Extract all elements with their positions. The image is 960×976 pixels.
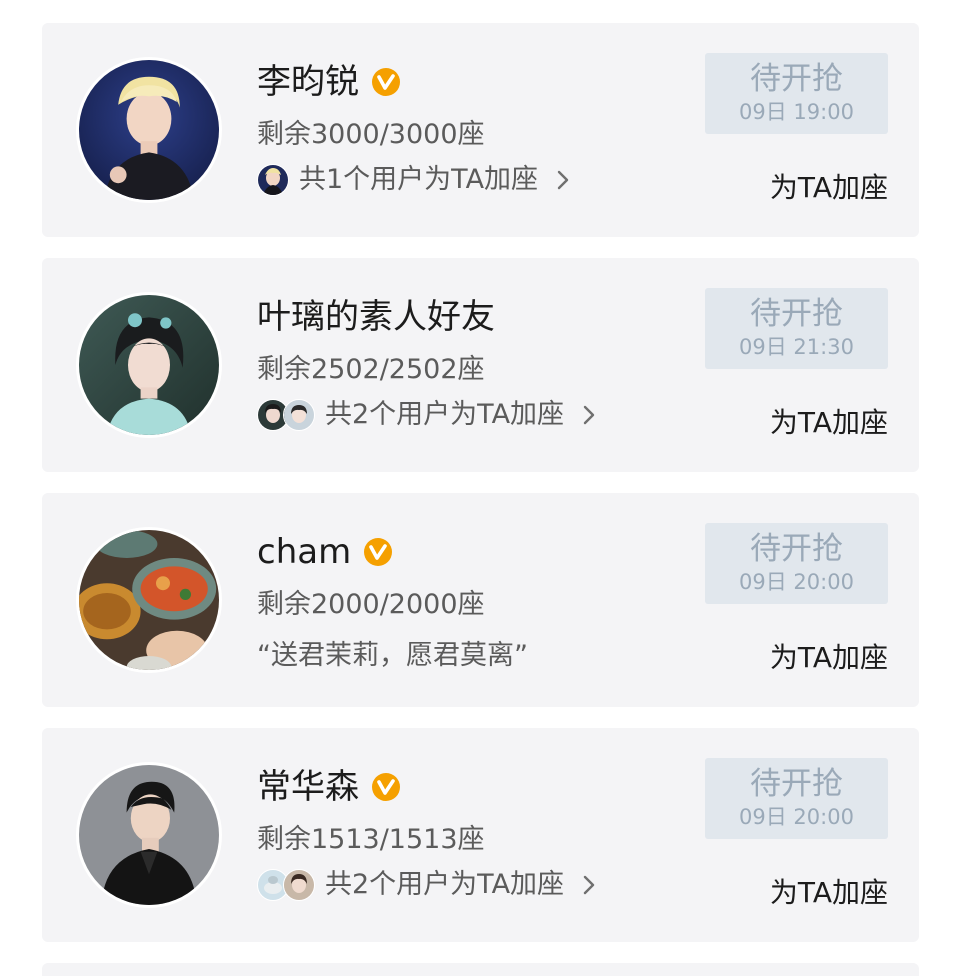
status-box: 待开抢 09日 19:00 xyxy=(705,53,888,134)
chevron-right-icon xyxy=(582,404,596,426)
status-box: 待开抢 09日 21:30 xyxy=(705,288,888,369)
name-row: 李昀锐 xyxy=(257,56,401,108)
avatar[interactable] xyxy=(76,762,222,908)
list-item[interactable] xyxy=(42,963,919,976)
helpers-text: 共1个用户为TA加座 xyxy=(299,164,539,195)
verified-badge-icon xyxy=(371,67,401,97)
avatar-image xyxy=(79,60,219,200)
name-row: cham xyxy=(257,526,393,578)
helper-avatar xyxy=(283,869,315,901)
chevron-right-icon xyxy=(556,169,570,191)
avatar[interactable] xyxy=(76,527,222,673)
verified-badge-icon xyxy=(371,772,401,802)
user-signature: “送君茉莉，愿君莫离” xyxy=(257,640,528,671)
avatar-image xyxy=(79,765,219,905)
user-name[interactable]: 叶璃的素人好友 xyxy=(257,291,495,343)
status-box: 待开抢 09日 20:00 xyxy=(705,523,888,604)
status-time: 09日 21:30 xyxy=(739,335,854,359)
avatar[interactable] xyxy=(76,292,222,438)
remaining-seats: 剩余1513/1513座 xyxy=(257,824,485,855)
helper-avatar xyxy=(283,399,315,431)
helpers-link[interactable]: 共1个用户为TA加座 xyxy=(257,160,570,200)
status-label: 待开抢 xyxy=(750,61,843,97)
status-label: 待开抢 xyxy=(750,766,843,802)
helpers-link[interactable]: 共2个用户为TA加座 xyxy=(257,395,596,435)
avatar-image xyxy=(79,530,219,670)
helpers-text: 共2个用户为TA加座 xyxy=(325,399,565,430)
status-time: 09日 20:00 xyxy=(739,570,854,594)
status-box: 待开抢 09日 20:00 xyxy=(705,758,888,839)
avatar-image xyxy=(79,295,219,435)
helper-avatars xyxy=(257,869,315,901)
helper-avatars xyxy=(257,399,315,431)
add-seat-button[interactable]: 为TA加座 xyxy=(770,403,888,443)
helpers-link[interactable]: 共2个用户为TA加座 xyxy=(257,865,596,905)
remaining-seats: 剩余2502/2502座 xyxy=(257,354,485,385)
list-item[interactable]: 李昀锐 剩余3000/3000座 共1个用户为TA加座 待开抢 09日 19:0… xyxy=(42,23,919,237)
user-name[interactable]: cham xyxy=(257,526,351,578)
add-seat-button[interactable]: 为TA加座 xyxy=(770,638,888,678)
status-time: 09日 20:00 xyxy=(739,805,854,829)
list-item[interactable]: 叶璃的素人好友 剩余2502/2502座 共2个用户为TA加座 待开抢 09日 … xyxy=(42,258,919,472)
helpers-text: 共2个用户为TA加座 xyxy=(325,869,565,900)
verified-badge-icon xyxy=(363,537,393,567)
remaining-seats: 剩余3000/3000座 xyxy=(257,119,485,150)
name-row: 叶璃的素人好友 xyxy=(257,291,495,343)
list-item[interactable]: cham 剩余2000/2000座 “送君茉莉，愿君莫离” 待开抢 09日 20… xyxy=(42,493,919,707)
name-row: 常华森 xyxy=(257,761,401,813)
remaining-seats: 剩余2000/2000座 xyxy=(257,589,485,620)
status-label: 待开抢 xyxy=(750,296,843,332)
status-time: 09日 19:00 xyxy=(739,100,854,124)
helper-avatar xyxy=(257,164,289,196)
list-item[interactable]: 常华森 剩余1513/1513座 共2个用户为TA加座 待开抢 09日 20:0 xyxy=(42,728,919,942)
add-seat-button[interactable]: 为TA加座 xyxy=(770,168,888,208)
user-name[interactable]: 常华森 xyxy=(257,761,359,813)
status-label: 待开抢 xyxy=(750,531,843,567)
chevron-right-icon xyxy=(582,874,596,896)
add-seat-button[interactable]: 为TA加座 xyxy=(770,873,888,913)
helper-avatars xyxy=(257,164,289,196)
user-name[interactable]: 李昀锐 xyxy=(257,56,359,108)
seat-list: 李昀锐 剩余3000/3000座 共1个用户为TA加座 待开抢 09日 19:0… xyxy=(0,0,960,976)
avatar[interactable] xyxy=(76,57,222,203)
